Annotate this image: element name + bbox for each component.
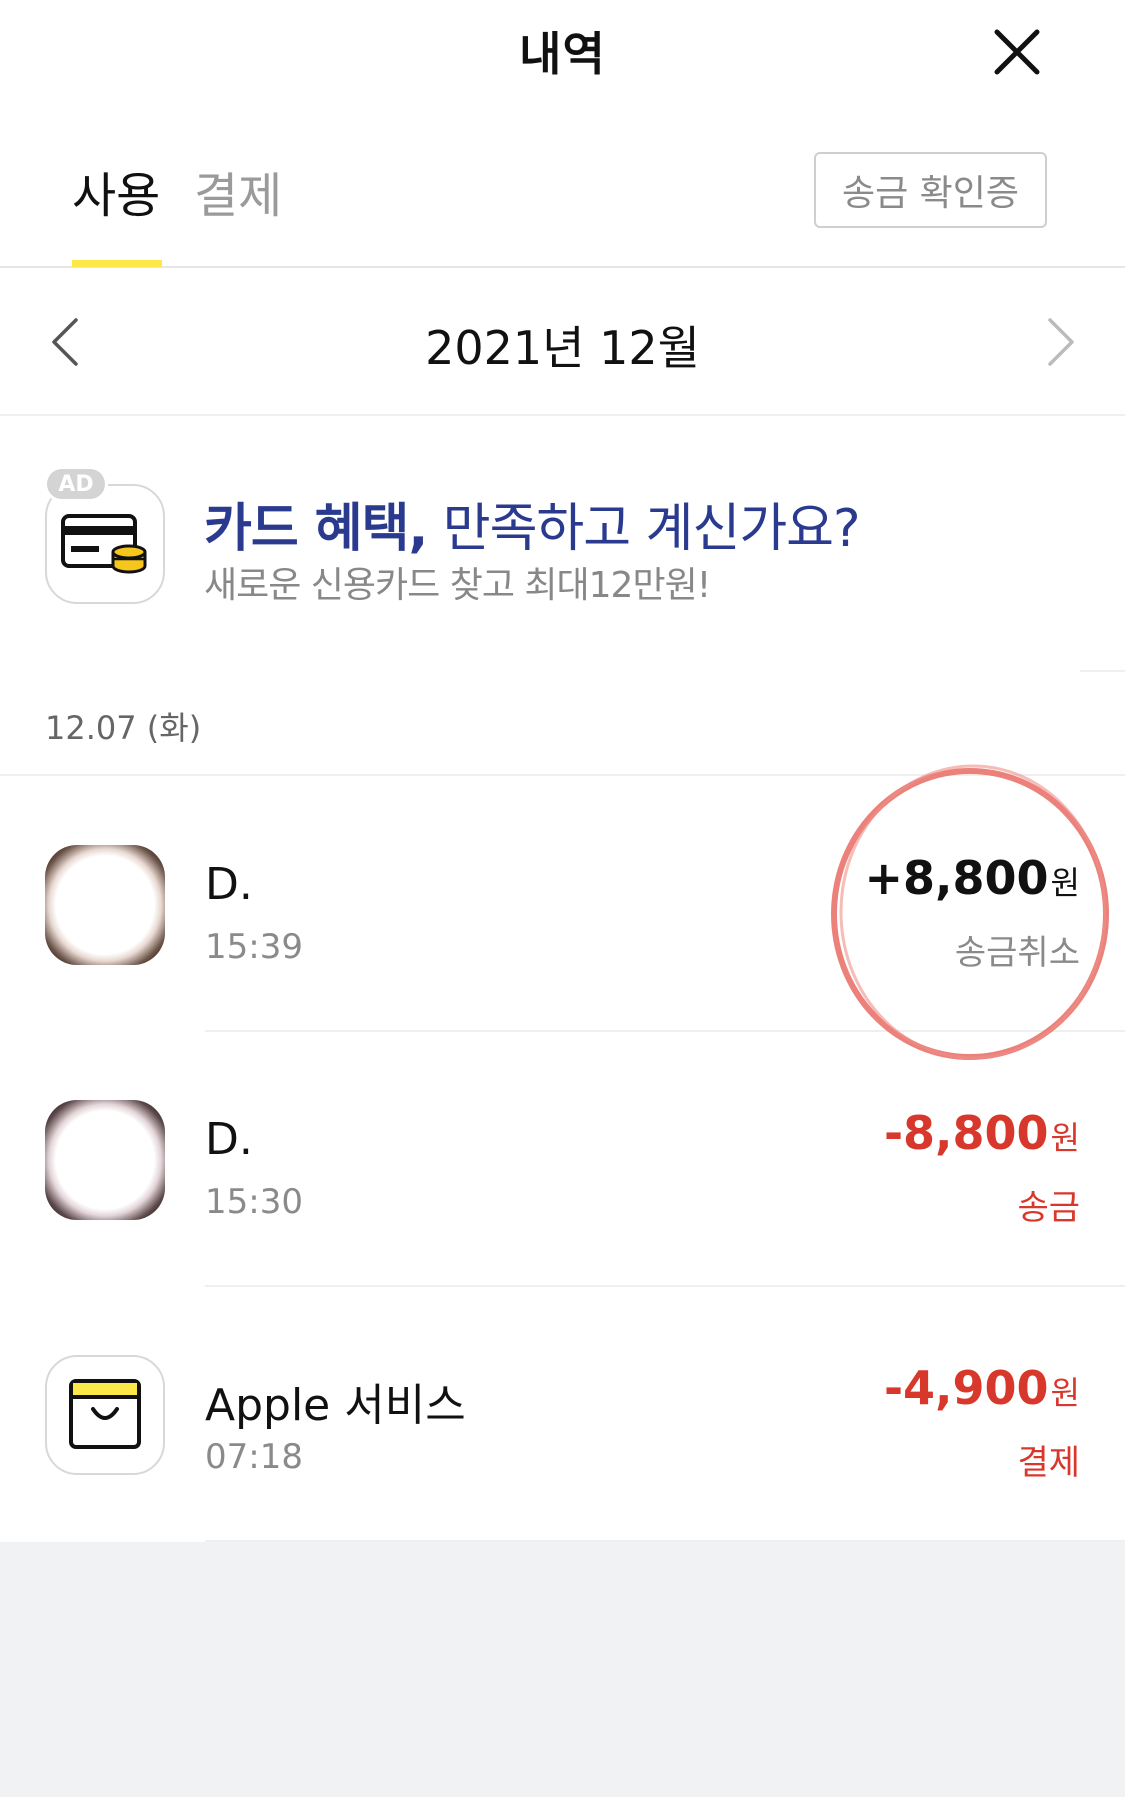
ad-headline: 카드 혜택, 만족하고 계신가요? — [204, 486, 861, 561]
transaction-amount: -8,800원 — [884, 1106, 1080, 1160]
date-label: 12.07 (화) — [45, 709, 202, 747]
transaction-time: 15:39 — [205, 927, 303, 967]
page-title: 내역 — [519, 27, 606, 81]
transaction-row[interactable]: D. 15:39 +8,800원 송금취소 — [0, 777, 1125, 1032]
month-navigation: 2021년 12월 — [0, 268, 1125, 416]
transaction-status: 송금취소 — [954, 933, 1080, 973]
profile-avatar-icon — [45, 845, 165, 965]
tab-bar: 사용 결제 송금 확인증 — [0, 130, 1125, 268]
date-group-header: 12.07 (화) — [0, 671, 1125, 776]
ad-subtitle: 새로운 신용카드 찾고 최대12만원! — [204, 565, 711, 606]
amount-value: -8,800 — [883, 1106, 1049, 1160]
active-tab-indicator — [72, 260, 162, 267]
transaction-row[interactable]: D. 15:30 -8,800원 송금 — [0, 1032, 1125, 1287]
transaction-name: Apple 서비스 — [205, 1380, 466, 1431]
close-icon[interactable] — [985, 20, 1049, 84]
amount-value: -4,900 — [883, 1361, 1049, 1415]
transfer-receipt-button[interactable]: 송금 확인증 — [814, 152, 1047, 228]
ad-headline-rest: 만족하고 계신가요? — [427, 499, 861, 559]
transaction-time: 15:30 — [205, 1182, 303, 1222]
transaction-row[interactable]: Apple 서비스 07:18 -4,900원 결제 — [0, 1287, 1125, 1542]
shopping-bag-icon — [45, 1355, 165, 1475]
current-month: 2021년 12월 — [425, 321, 700, 375]
ad-banner[interactable]: AD 카드 혜택, 만족하고 계신가요? 새로운 신용카드 찾고 최대12만원! — [0, 416, 1125, 672]
ad-badge: AD — [44, 466, 108, 502]
chevron-right-icon[interactable] — [1040, 312, 1080, 372]
empty-area — [0, 1542, 1125, 1797]
amount-value: +8,800 — [864, 851, 1049, 905]
amount-unit: 원 — [1050, 1119, 1080, 1157]
transaction-name: D. — [205, 859, 253, 910]
header: 내역 — [0, 0, 1125, 110]
transaction-amount: -4,900원 — [884, 1361, 1080, 1415]
transaction-name: D. — [205, 1114, 253, 1165]
credit-card-coins-icon — [45, 484, 165, 604]
profile-avatar-icon — [45, 1100, 165, 1220]
transaction-status: 결제 — [1017, 1443, 1080, 1483]
transaction-status: 송금 — [1017, 1188, 1080, 1228]
transaction-time: 07:18 — [205, 1437, 303, 1477]
transaction-amount: +8,800원 — [865, 851, 1081, 905]
amount-unit: 원 — [1050, 1374, 1080, 1412]
tab-usage[interactable]: 사용 — [72, 156, 160, 226]
ad-headline-bold: 카드 혜택, — [204, 499, 428, 559]
tab-payment[interactable]: 결제 — [194, 156, 282, 226]
amount-unit: 원 — [1050, 864, 1080, 902]
